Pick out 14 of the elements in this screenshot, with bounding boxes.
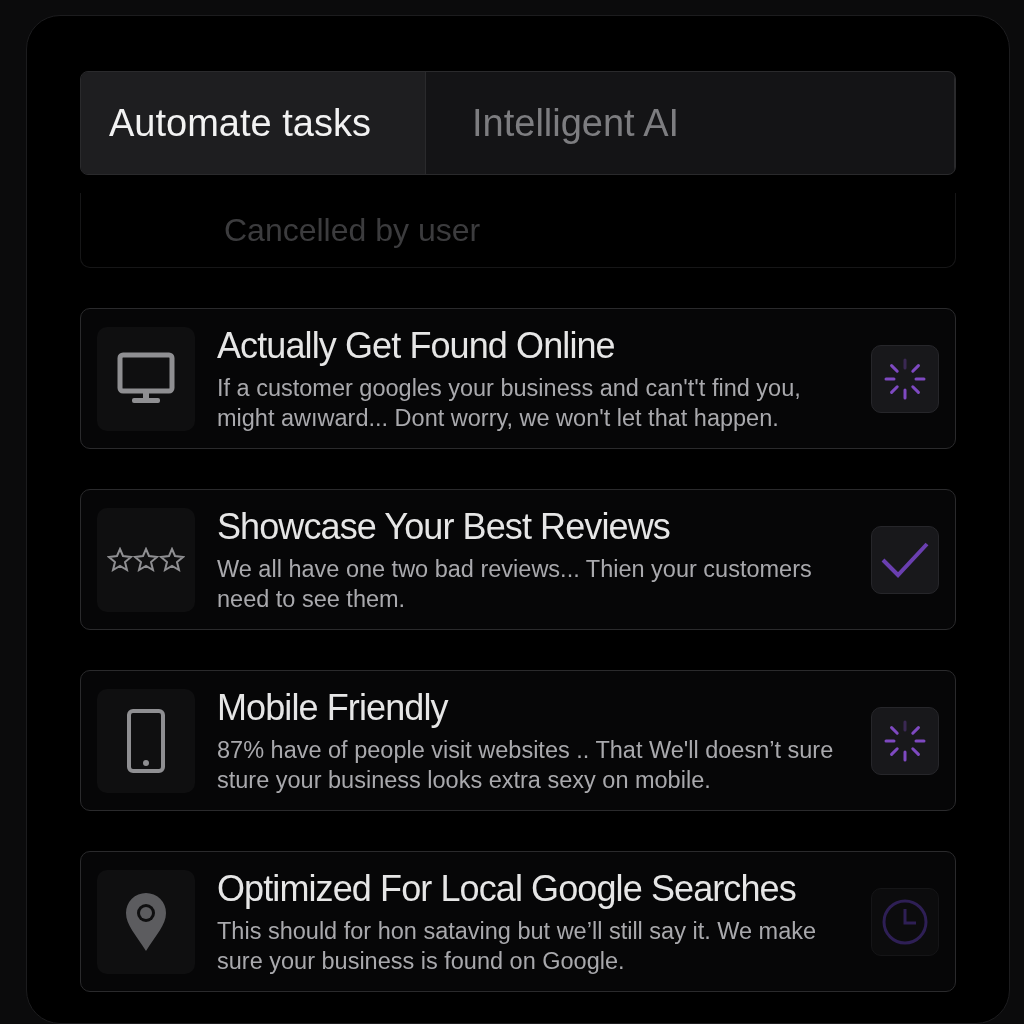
status-text: Cancelled by user <box>224 211 481 249</box>
feature-title: Showcase Your Best Reviews <box>217 505 671 548</box>
tab[interactable]: Automate tasks <box>81 72 426 174</box>
feature-title: Actually Get Found Online <box>217 324 616 367</box>
stars-icon <box>107 546 185 573</box>
feature-description: We all have one two bad reviews... Thien your customers need to see them. <box>217 554 813 614</box>
feature-title: Optimized For Local Google Searches <box>217 867 797 910</box>
tab[interactable]: Intelligent AI <box>426 72 955 174</box>
feature-description: This should for hon sataving but we’ll still say it. We make sure your business is found on Google. <box>217 916 818 976</box>
feature-description: 87% have of people visit websites .. That We'll doesn’t sure sture your business looks extra sexy on mobile. <box>217 735 835 795</box>
feature-description: If a customer googles your business and can't't find you, might awıward... Dont worry, we won't let that happen. <box>217 373 802 433</box>
phone-icon <box>126 707 166 774</box>
feature-title: Mobile Friendly <box>217 686 450 729</box>
location-pin-icon <box>124 890 168 953</box>
